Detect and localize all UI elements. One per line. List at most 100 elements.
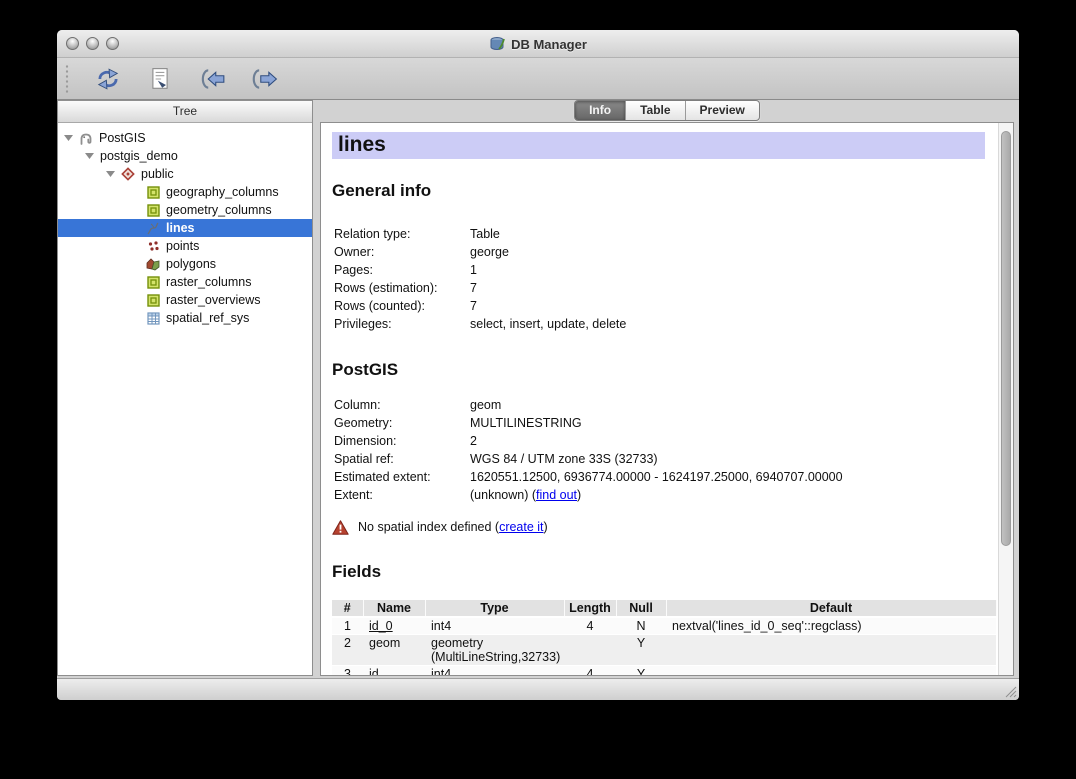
- info-value: geom: [470, 398, 985, 416]
- field-num: 3: [332, 666, 363, 677]
- import-layer-button[interactable]: [197, 65, 227, 93]
- info-row: Column:geom: [332, 398, 985, 416]
- scrollbar-thumb[interactable]: [1001, 131, 1011, 546]
- spatial-index-warning: No spatial index defined (create it): [332, 518, 985, 536]
- window-title-text: DB Manager: [511, 37, 587, 52]
- tree-item-label: raster_columns: [166, 275, 251, 289]
- table-layer-icon: [146, 293, 160, 307]
- field-length: [564, 635, 616, 666]
- disclosure-triangle-icon[interactable]: [106, 171, 115, 177]
- warning-icon: [332, 520, 349, 535]
- sql-window-button[interactable]: [145, 65, 175, 93]
- line-layer-icon: [146, 221, 160, 235]
- field-length: 4: [564, 666, 616, 677]
- field-name: geom: [363, 635, 425, 666]
- tab-table[interactable]: Table: [626, 101, 685, 120]
- tree-item-label: lines: [166, 221, 195, 235]
- tree-item-public[interactable]: public: [58, 165, 312, 183]
- info-value: george: [470, 245, 985, 263]
- point-layer-icon: [146, 239, 160, 253]
- field-name: id: [363, 666, 425, 677]
- fields-header-row: # Name Type Length Null Default: [332, 600, 996, 617]
- tree-item-postgis[interactable]: PostGIS: [58, 129, 312, 147]
- db-manager-window: DB Manager: [57, 30, 1019, 700]
- connections-tree: PostGIS postgis_demo: [58, 123, 312, 675]
- tree-item-label: spatial_ref_sys: [166, 311, 249, 325]
- info-row-extent: Extent: (unknown) (find out): [332, 488, 985, 506]
- tree-item-lines[interactable]: lines: [58, 219, 312, 237]
- info-label: Column:: [334, 398, 470, 416]
- col-header-length: Length: [564, 600, 616, 617]
- detail-region: Info Table Preview lines General info Re…: [320, 100, 1014, 676]
- info-value: MULTILINESTRING: [470, 416, 985, 434]
- tree-item-geography-columns[interactable]: geography_columns: [58, 183, 312, 201]
- info-label: Pages:: [334, 263, 470, 281]
- info-value: 7: [470, 281, 985, 299]
- db-manager-app-icon: [489, 36, 506, 52]
- fields-heading: Fields: [332, 562, 985, 583]
- extent-prefix: (unknown) (: [470, 488, 536, 502]
- tree-item-spatial-ref-sys[interactable]: spatial_ref_sys: [58, 309, 312, 327]
- tree-item-geometry-columns[interactable]: geometry_columns: [58, 201, 312, 219]
- tree-item-label: geography_columns: [166, 185, 279, 199]
- info-value: WGS 84 / UTM zone 33S (32733): [470, 452, 985, 470]
- info-label: Extent:: [334, 488, 470, 506]
- ref-table-icon: [146, 311, 160, 325]
- refresh-icon: [95, 68, 121, 90]
- export-to-file-icon: [250, 68, 278, 90]
- info-label: Owner:: [334, 245, 470, 263]
- tab-bar: Info Table Preview: [320, 100, 1014, 122]
- info-value: 1620551.12500, 6936774.00000 - 1624197.2…: [470, 470, 985, 488]
- info-label: Dimension:: [334, 434, 470, 452]
- info-label: Estimated extent:: [334, 470, 470, 488]
- field-row: 2 geom geometry (MultiLineString,32733) …: [332, 635, 996, 666]
- tree-item-postgis-demo[interactable]: postgis_demo: [58, 147, 312, 165]
- toolbar-drag-handle[interactable]: [65, 64, 69, 94]
- info-row: Owner:george: [332, 245, 985, 263]
- disclosure-triangle-icon[interactable]: [85, 153, 94, 159]
- tree-item-label: raster_overviews: [166, 293, 260, 307]
- info-row: Geometry:MULTILINESTRING: [332, 416, 985, 434]
- page-title: lines: [332, 132, 985, 159]
- info-row: Estimated extent:1620551.12500, 6936774.…: [332, 470, 985, 488]
- postgis-elephant-icon: [79, 131, 93, 145]
- info-row: Dimension:2: [332, 434, 985, 452]
- vertical-scrollbar[interactable]: [998, 123, 1013, 675]
- tree-item-label: polygons: [166, 257, 216, 271]
- col-header-type: Type: [425, 600, 564, 617]
- tree-item-raster-overviews[interactable]: raster_overviews: [58, 291, 312, 309]
- tree-item-label: geometry_columns: [166, 203, 272, 217]
- tab-preview[interactable]: Preview: [686, 101, 759, 120]
- tree-item-label: postgis_demo: [100, 149, 178, 163]
- tree-item-points[interactable]: points: [58, 237, 312, 255]
- info-label: Spatial ref:: [334, 452, 470, 470]
- field-row: 1 id_0 int4 4 N nextval('lines_id_0_seq'…: [332, 617, 996, 635]
- field-default: [666, 666, 996, 677]
- schema-icon: [121, 167, 135, 181]
- resize-grip[interactable]: [1004, 685, 1017, 698]
- create-it-link[interactable]: create it: [499, 520, 543, 534]
- import-layer-icon: [198, 68, 226, 90]
- info-value: (unknown) (find out): [470, 488, 985, 506]
- info-row: Privileges:select, insert, update, delet…: [332, 317, 985, 335]
- refresh-button[interactable]: [93, 65, 123, 93]
- tab-info[interactable]: Info: [575, 101, 626, 120]
- tree-item-polygons[interactable]: polygons: [58, 255, 312, 273]
- toolbar: [57, 58, 1019, 100]
- find-out-link[interactable]: find out: [536, 488, 577, 502]
- disclosure-triangle-icon[interactable]: [64, 135, 73, 141]
- info-row: Relation type:Table: [332, 227, 985, 245]
- info-row: Rows (counted):7: [332, 299, 985, 317]
- field-type: int4: [425, 666, 564, 677]
- info-panel: lines General info Relation type:Table O…: [320, 122, 1014, 676]
- info-label: Geometry:: [334, 416, 470, 434]
- tree-item-raster-columns[interactable]: raster_columns: [58, 273, 312, 291]
- warning-suffix: ): [544, 520, 548, 534]
- info-row: Pages:1: [332, 263, 985, 281]
- warning-text: No spatial index defined (create it): [358, 520, 548, 534]
- panel-splitter[interactable]: [313, 100, 320, 678]
- col-header-num: #: [332, 600, 363, 617]
- window-title: DB Manager: [57, 30, 1019, 58]
- general-info-heading: General info: [332, 181, 985, 202]
- export-to-file-button[interactable]: [249, 65, 279, 93]
